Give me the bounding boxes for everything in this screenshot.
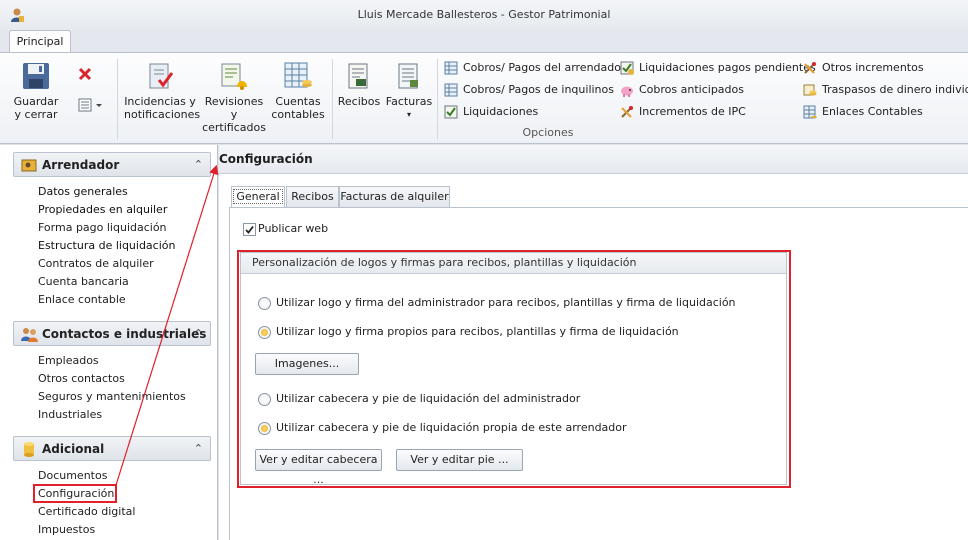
enlaces-contables-label: Enlaces Contables	[822, 105, 923, 118]
tab-principal[interactable]: Principal	[9, 30, 71, 53]
chevron-up-icon[interactable]: ⌃	[194, 327, 203, 340]
sidebar: Arrendador ⌃ Datos generales Propiedades…	[0, 145, 218, 540]
tab-recibos[interactable]: Recibos	[286, 186, 339, 207]
save-close-label: Guardar y cerrar	[13, 95, 59, 121]
chevron-up-icon[interactable]: ⌃	[194, 442, 203, 455]
certificate-bell-icon	[221, 63, 247, 90]
revisiones-label: Revisiones y certificados	[202, 95, 266, 134]
save-close-button[interactable]: Guardar y cerrar	[12, 61, 60, 121]
tools-icon	[621, 106, 633, 118]
sidebar-item-contratos[interactable]: Contratos de alquiler	[38, 256, 154, 272]
sidebar-section-adicional[interactable]: Adicional ⌃	[13, 436, 211, 461]
checkbox-box[interactable]	[243, 223, 256, 236]
database-icon	[24, 442, 34, 457]
checklist-icon	[444, 105, 458, 119]
sidebar-item-documentos[interactable]: Documentos	[38, 468, 107, 484]
accounts-sheet-icon	[284, 62, 312, 88]
grid-sheet-icon	[444, 61, 458, 75]
otros-incrementos-label: Otros incrementos	[822, 61, 924, 74]
ribbon-separator	[117, 59, 118, 139]
incrementos-ipc-label: Incrementos de IPC	[639, 105, 746, 118]
page-title-bar: Configuración	[219, 145, 968, 174]
cobros-pagos-inquilinos-label: Cobros/ Pagos de inquilinos	[463, 83, 614, 96]
cuentas-label: Cuentas contables	[271, 95, 325, 121]
sidebar-item-seguros[interactable]: Seguros y mantenimientos	[38, 389, 186, 405]
tab-general[interactable]: General	[231, 186, 285, 208]
sidebar-item-forma-pago[interactable]: Forma pago liquidación	[38, 220, 167, 236]
sidebar-item-impuestos[interactable]: Impuestos	[38, 522, 95, 538]
floppy-disk-icon	[23, 63, 49, 89]
receipt-icon	[348, 63, 368, 89]
incidencias-label: Incidencias y notificaciones	[124, 95, 201, 121]
liquidaciones-pendientes-label: Liquidaciones pagos pendientes	[639, 61, 816, 74]
facturas-label: Facturas	[385, 95, 433, 108]
ribbon: Guardar y cerrar Incidencias y notificac…	[0, 52, 968, 144]
notification-clipboard-icon	[149, 63, 174, 89]
title-bar: Lluis Mercade Ballesteros - Gestor Patri…	[0, 0, 968, 30]
list-dropdown-icon[interactable]	[78, 98, 104, 112]
sidebar-section-title: Adicional	[42, 442, 105, 456]
revisiones-button[interactable]: Revisiones y certificados	[200, 61, 268, 134]
traspasos-dinero-label: Traspasos de dinero individual	[822, 83, 968, 96]
tab-general-label: General	[233, 189, 283, 204]
sidebar-section-title: Arrendador	[42, 158, 120, 172]
user-app-icon	[11, 8, 24, 22]
liquidaciones-label: Liquidaciones	[463, 105, 539, 118]
sidebar-item-enlace-contable[interactable]: Enlace contable	[38, 292, 126, 308]
sidebar-item-propiedades[interactable]: Propiedades en alquiler	[38, 202, 167, 218]
contacts-icon	[21, 328, 38, 342]
coins-transfer-icon	[803, 84, 817, 96]
checkmark-icon	[245, 225, 254, 234]
ribbon-group-label: Opciones	[522, 126, 574, 139]
grid-sheet-icon	[444, 83, 458, 97]
tab-facturas-alquiler[interactable]: Facturas de alquiler	[339, 186, 450, 207]
piggy-bank-icon	[621, 86, 633, 97]
window-title: Lluis Mercade Ballesteros - Gestor Patri…	[357, 8, 611, 21]
tools-icon	[804, 62, 816, 74]
page-title: Configuración	[219, 152, 313, 166]
chevron-up-icon[interactable]: ⌃	[194, 158, 203, 171]
cobros-pagos-arrendador-label: Cobros/ Pagos del arrendador	[463, 61, 626, 74]
sidebar-item-industriales[interactable]: Industriales	[38, 407, 102, 423]
incidencias-button[interactable]: Incidencias y notificaciones	[124, 61, 201, 121]
cobros-anticipados-label: Cobros anticipados	[639, 83, 744, 96]
sidebar-item-estructura[interactable]: Estructura de liquidación	[38, 238, 175, 254]
sidebar-section-arrendador[interactable]: Arrendador ⌃	[13, 152, 211, 177]
annotation-frame	[237, 250, 791, 488]
facturas-button[interactable]: Facturas ▾	[385, 61, 433, 121]
publicar-web-label: Publicar web	[258, 222, 329, 235]
ribbon-separator	[332, 59, 333, 139]
sidebar-section-title: Contactos e industriales	[42, 327, 207, 341]
sidebar-item-empleados[interactable]: Empleados	[38, 353, 99, 369]
ribbon-tabstrip: Principal	[0, 30, 968, 53]
sidebar-item-certificado[interactable]: Certificado digital	[38, 504, 135, 520]
cuentas-button[interactable]: Cuentas contables	[270, 61, 326, 121]
sidebar-section-contactos[interactable]: Contactos e industriales ⌃	[13, 321, 211, 346]
sidebar-item-datos-generales[interactable]: Datos generales	[38, 184, 128, 200]
accounts-link-icon	[803, 105, 817, 119]
sidebar-item-otros-contactos[interactable]: Otros contactos	[38, 371, 125, 387]
checklist-money-icon	[620, 61, 634, 75]
sidebar-item-cuenta-bancaria[interactable]: Cuenta bancaria	[38, 274, 129, 290]
close-x-icon[interactable]	[78, 67, 92, 81]
recibos-label: Recibos	[337, 95, 381, 108]
recibos-button[interactable]: Recibos	[337, 61, 381, 108]
landlord-icon	[21, 159, 37, 172]
facturas-dropdown-arrow-icon: ▾	[406, 110, 411, 119]
invoice-icon	[398, 63, 418, 89]
selection-highlight	[33, 484, 117, 503]
